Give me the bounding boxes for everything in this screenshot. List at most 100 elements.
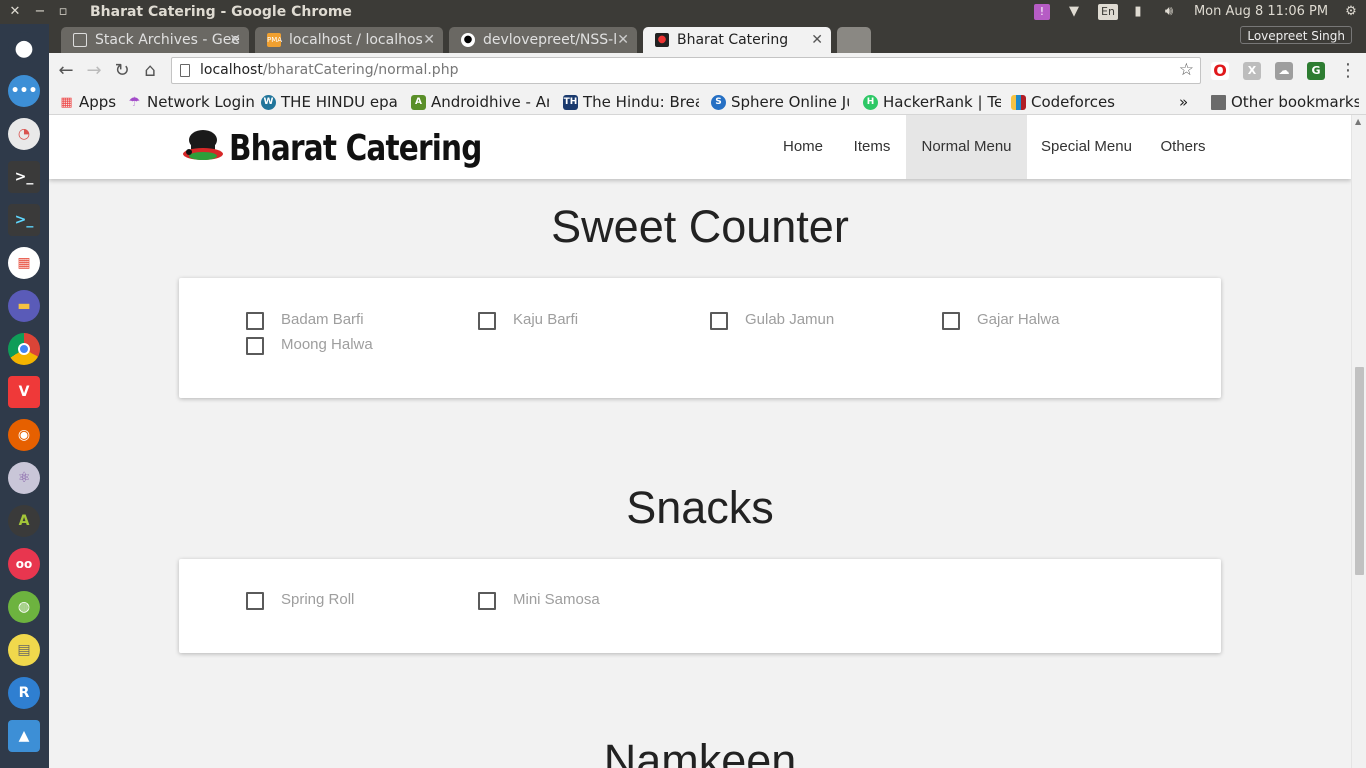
x-extension-icon[interactable]: X <box>1243 62 1261 80</box>
address-bar[interactable]: localhost/bharatCatering/normal.php ☆ <box>171 57 1201 84</box>
github-icon: ● <box>461 33 475 47</box>
menu-item-gajar-halwa[interactable]: Gajar Halwa <box>942 309 1060 331</box>
tab-close-icon[interactable]: ✕ <box>229 27 241 53</box>
profile-button[interactable]: Lovepreet Singh <box>1240 26 1352 44</box>
update-notifier-icon[interactable]: ! <box>1034 4 1050 20</box>
nav-normal-menu[interactable]: Normal Menu <box>906 115 1027 179</box>
bookmark-codeforces[interactable]: Codeforces <box>1009 89 1119 115</box>
other-bookmarks-folder[interactable]: Other bookmarks <box>1209 89 1359 115</box>
checkbox[interactable] <box>710 312 728 330</box>
files-folder-icon[interactable]: ▬ <box>8 290 40 322</box>
menu-item-mini-samosa[interactable]: Mini Samosa <box>478 589 600 611</box>
android-studio-icon[interactable]: A <box>8 505 40 537</box>
window-maximize-icon[interactable]: ▫ <box>52 0 74 24</box>
wifi-icon[interactable]: ▼ <box>1063 0 1085 24</box>
bookmark-label: HackerRank | Tec <box>883 93 1001 111</box>
tab-stack-archives[interactable]: Stack Archives - Gee ✕ <box>61 27 249 53</box>
folder-icon <box>1211 95 1226 110</box>
checkbox[interactable] <box>246 312 264 330</box>
checkbox[interactable] <box>478 312 496 330</box>
unity-launcher: ● ••• ◔ >_ >_ ▦ ▬ V ◉ ⚛ A oo ◍ ▤ R ▲ <box>0 24 49 768</box>
volume-icon[interactable]: 🔊︎ <box>1157 0 1181 24</box>
menu-item-label: Moong Halwa <box>281 336 373 353</box>
checkbox[interactable] <box>478 592 496 610</box>
tab-close-icon[interactable]: ✕ <box>423 27 435 53</box>
bookmark-label: Androidhive - An <box>431 93 549 111</box>
tab-phpmyadmin[interactable]: PMA localhost / localhos ✕ <box>255 27 443 53</box>
cloud-extension-icon[interactable]: ☁ <box>1275 62 1293 80</box>
bookmark-label: The Hindu: Break <box>583 93 699 111</box>
hackerrank-icon: H <box>863 95 878 110</box>
new-tab-button[interactable] <box>837 27 871 53</box>
checkbox[interactable] <box>942 312 960 330</box>
bookmark-label: Codeforces <box>1031 93 1115 111</box>
menu-item-spring-roll[interactable]: Spring Roll <box>246 589 354 611</box>
bookmark-androidhive[interactable]: A Androidhive - An <box>409 89 549 115</box>
scrollbar-thumb[interactable] <box>1355 367 1364 575</box>
checkbox[interactable] <box>246 337 264 355</box>
the-hindu-icon: TH <box>563 95 578 110</box>
codeforces-icon <box>1011 95 1026 110</box>
umbrella-icon: ☂ <box>128 95 141 110</box>
clipboard-icon[interactable]: ▮ <box>1129 0 1147 24</box>
nav-items[interactable]: Items <box>838 115 906 179</box>
menu-item-badam-barfi[interactable]: Badam Barfi <box>246 309 364 331</box>
menu-item-kaju-barfi[interactable]: Kaju Barfi <box>478 309 578 331</box>
page-info-icon[interactable] <box>180 64 190 77</box>
software-center-icon[interactable]: ▲ <box>8 720 40 752</box>
chrome-menu-icon[interactable]: ⋮ <box>1337 60 1359 82</box>
home-icon[interactable]: ⌂ <box>139 60 161 82</box>
checkbox[interactable] <box>246 592 264 610</box>
android-device-icon[interactable]: ◍ <box>8 591 40 623</box>
messaging-icon[interactable]: ••• <box>8 75 40 107</box>
bookmark-the-hindu[interactable]: TH The Hindu: Break <box>561 89 699 115</box>
menu-item-moong-halwa[interactable]: Moong Halwa <box>246 334 373 356</box>
bookmark-network-login[interactable]: ☂ Network Login <box>125 89 257 115</box>
bookmarks-bar: ▦ Apps ☂ Network Login W THE HINDU epap … <box>49 89 1366 115</box>
tab-bharat-catering[interactable]: ● Bharat Catering ✕ <box>643 27 831 53</box>
bookmark-hackerrank[interactable]: H HackerRank | Tec <box>861 89 1001 115</box>
keyboard-layout-indicator[interactable]: En <box>1098 4 1118 20</box>
reload-icon[interactable]: ↻ <box>111 60 133 82</box>
archive-manager-icon[interactable]: ▤ <box>8 634 40 666</box>
menu-item-gulab-jamun[interactable]: Gulab Jamun <box>710 309 834 331</box>
section-title-snacks: Snacks <box>626 482 774 533</box>
window-close-icon[interactable]: ✕ <box>4 0 26 24</box>
oo-app-icon[interactable]: oo <box>8 548 40 580</box>
clock[interactable]: Mon Aug 8 11:06 PM <box>1190 0 1332 24</box>
apple-dash-icon[interactable]: ● <box>8 32 40 64</box>
chrome-icon[interactable] <box>8 333 40 365</box>
bookmark-spoj[interactable]: S Sphere Online Ju <box>709 89 849 115</box>
remmina-icon[interactable]: R <box>8 677 40 709</box>
nav-home[interactable]: Home <box>770 115 836 179</box>
firefox-icon[interactable]: ◉ <box>8 419 40 451</box>
tab-close-icon[interactable]: ✕ <box>617 27 629 53</box>
nav-special-menu[interactable]: Special Menu <box>1027 115 1146 179</box>
scroll-up-arrow-icon[interactable]: ▲ <box>1355 117 1361 126</box>
terminal-icon[interactable]: >_ <box>8 161 40 193</box>
bookmark-star-icon[interactable]: ☆ <box>1179 58 1194 83</box>
forward-arrow-icon[interactable]: → <box>83 60 105 82</box>
menu-card-sweet-counter: Badam Barfi Kaju Barfi Gulab Jamun Gajar… <box>179 278 1221 398</box>
apps-grid-launcher-icon[interactable]: ▦ <box>8 247 40 279</box>
bookmark-the-hindu-epaper[interactable]: W THE HINDU epap <box>259 89 399 115</box>
terminal-alt-icon[interactable]: >_ <box>8 204 40 236</box>
opera-extension-icon[interactable]: O <box>1211 62 1229 80</box>
grammarly-extension-icon[interactable]: G <box>1307 62 1325 80</box>
bookmark-apps[interactable]: ▦ Apps <box>57 89 119 115</box>
back-arrow-icon[interactable]: ← <box>55 60 77 82</box>
window-minimize-icon[interactable]: − <box>29 0 51 24</box>
power-gear-icon[interactable]: ⚙ <box>1340 0 1362 24</box>
tab-close-icon[interactable]: ✕ <box>811 27 823 53</box>
atom-icon[interactable]: ⚛ <box>8 462 40 494</box>
nav-others[interactable]: Others <box>1148 115 1218 179</box>
bookmarks-overflow-chevron[interactable]: » <box>1177 89 1197 115</box>
page-scrollbar[interactable]: ▲ <box>1351 115 1366 768</box>
vivaldi-icon[interactable]: V <box>8 376 40 408</box>
pie-chart-app-icon[interactable]: ◔ <box>8 118 40 150</box>
url-host: localhost <box>200 62 263 78</box>
page-viewport: Bharat Catering Home Items Normal Menu S… <box>49 115 1351 768</box>
tab-label: Bharat Catering <box>677 32 789 48</box>
section-title-sweet-counter: Sweet Counter <box>551 201 849 252</box>
tab-github[interactable]: ● devlovepreet/NSS-l ✕ <box>449 27 637 53</box>
